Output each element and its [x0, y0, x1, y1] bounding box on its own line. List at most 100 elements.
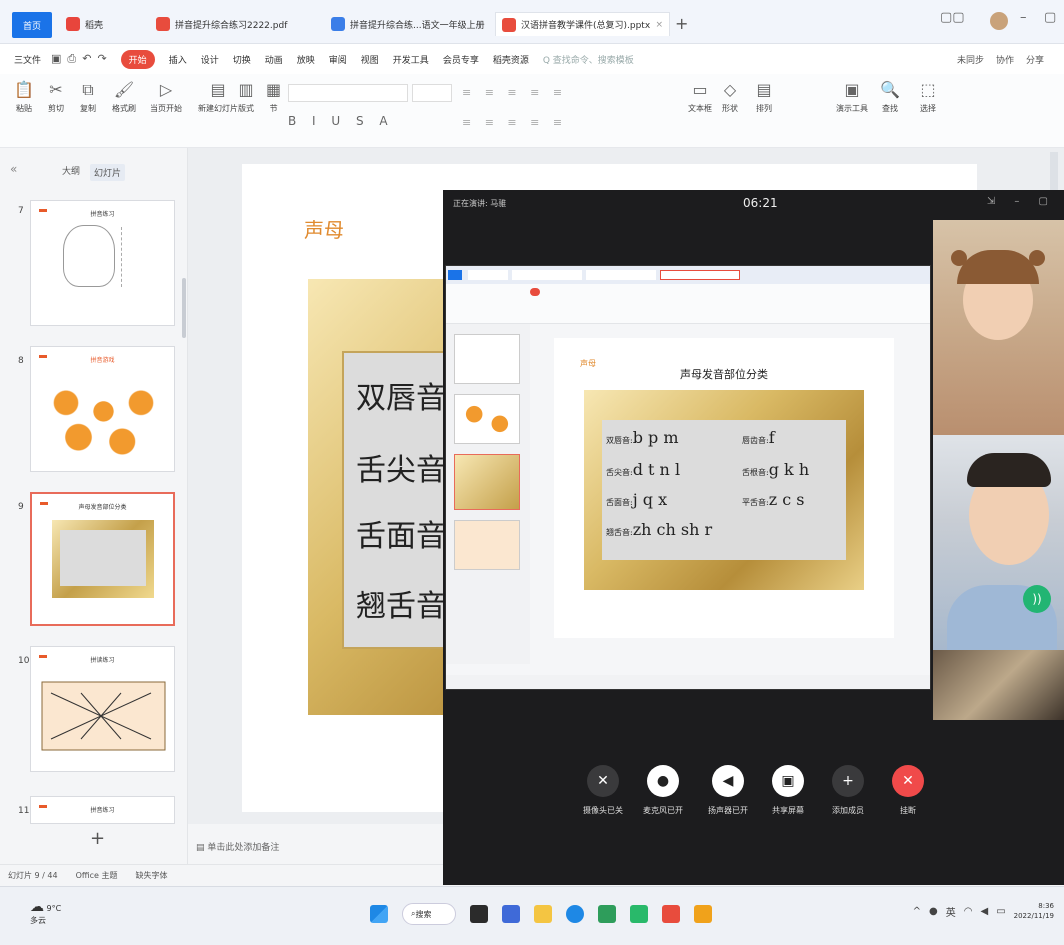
clock[interactable]: 8:36 2022/11/19 — [1014, 901, 1054, 921]
command-search[interactable]: Q 查找命令、搜索模板 — [543, 53, 634, 66]
chevron-up-icon[interactable]: ^ — [913, 906, 921, 917]
minimize-icon[interactable]: – — [1020, 10, 1027, 25]
print-icon[interactable]: ⎙ — [67, 52, 76, 66]
notes-icon: ▤ — [196, 843, 208, 853]
alignment-buttons[interactable]: ≡ ≡ ≡ ≡ ≡ — [462, 116, 567, 129]
menu-file[interactable]: 三文件 — [14, 53, 41, 66]
find-button[interactable]: 🔍 查找 — [880, 80, 900, 114]
participant-video-1[interactable] — [933, 220, 1064, 435]
start-icon[interactable] — [370, 905, 388, 923]
camera-toggle[interactable]: ✕ 摄像头已关 — [573, 765, 633, 816]
participant-video-3[interactable] — [933, 650, 1064, 720]
collaborate-button[interactable]: 协作 — [996, 53, 1014, 66]
weather-widget[interactable]: ☁ 9°C 多云 — [30, 899, 61, 926]
select-button[interactable]: ⬚ 选择 — [920, 80, 936, 114]
maximize-icon[interactable]: ▢ — [1044, 10, 1056, 25]
add-member-button[interactable]: + 添加成员 — [818, 765, 878, 816]
tab-slides[interactable]: 幻灯片 — [90, 164, 126, 181]
save-icon[interactable]: ▣ — [51, 52, 61, 66]
tray-app-icon[interactable]: ● — [929, 906, 938, 917]
font-size-select[interactable] — [412, 84, 452, 102]
wechat-icon[interactable] — [630, 905, 648, 923]
wps-icon[interactable] — [662, 905, 680, 923]
tab-docer[interactable]: 稻壳 — [60, 12, 140, 36]
slide-thumbnail-8[interactable]: 拼音游戏 — [30, 346, 175, 472]
textbox-button[interactable]: ▭ 文本框 — [688, 80, 712, 114]
share-button[interactable]: 分享 — [1026, 53, 1044, 66]
menu-transition[interactable]: 切换 — [233, 53, 251, 66]
tab-outline[interactable]: 大纲 — [62, 164, 80, 181]
text-format-buttons[interactable]: B I U S A — [288, 114, 394, 128]
copy-label: 复制 — [80, 104, 96, 113]
section-button[interactable]: ▦ 节 — [266, 80, 281, 114]
window-controls[interactable]: ⇲ – ▢ — [987, 196, 1056, 207]
wifi-icon[interactable]: ◠ — [964, 906, 973, 917]
cut-button[interactable]: ✂ 剪切 — [48, 80, 64, 114]
wps-presentation-icon[interactable] — [694, 905, 712, 923]
slide-thumbnail-9[interactable]: 声母发音部位分类 — [30, 492, 175, 626]
layout-icon[interactable]: ▢▢ — [940, 10, 965, 25]
new-tab-icon[interactable]: + — [675, 14, 688, 33]
battery-icon[interactable]: ▭ — [996, 906, 1005, 917]
menu-design[interactable]: 设计 — [201, 53, 219, 66]
presentation-tools-button[interactable]: ▣ 演示工具 — [836, 80, 868, 114]
collapse-panel-icon[interactable]: « — [10, 162, 17, 176]
slide-thumbnail-11[interactable]: 拼音练习 — [30, 796, 175, 824]
canvas-scrollbar[interactable] — [1050, 152, 1058, 192]
close-tab-icon[interactable]: × — [655, 20, 663, 30]
menu-start[interactable]: 开始 — [120, 49, 155, 69]
tab-home[interactable]: 首页 — [12, 12, 52, 38]
volume-icon[interactable]: ◀ — [980, 906, 988, 917]
avatar[interactable] — [990, 12, 1008, 30]
hang-up-button[interactable]: ✕ 挂断 — [878, 765, 938, 816]
paste-button[interactable]: 📋 粘贴 — [14, 80, 34, 114]
slide-thumbnail-10[interactable]: 拼读练习 — [30, 646, 175, 772]
hang-up-label: 挂断 — [900, 806, 916, 815]
theme-name[interactable]: Office 主题 — [76, 870, 118, 881]
slide-panel: « 大纲 幻灯片 7 拼音练习 8 拼音游戏 9 声母发音部位分类 10 拼读练… — [0, 148, 188, 864]
share-screen-button[interactable]: ▣ 共享屏幕 — [758, 765, 818, 816]
task-view-icon[interactable] — [470, 905, 488, 923]
speaker-label: 扬声器已开 — [708, 806, 748, 815]
shared-row: 舌尖音:d t n l — [606, 460, 680, 479]
format-painter-button[interactable]: 🖌 格式刷 — [112, 80, 136, 114]
speaker-toggle[interactable]: ◀ 扬声器已开 — [698, 765, 758, 816]
textbox-label: 文本框 — [688, 104, 712, 113]
missing-font[interactable]: 缺失字体 — [136, 870, 168, 881]
menu-developer[interactable]: 开发工具 — [393, 53, 429, 66]
menu-animation[interactable]: 动画 — [265, 53, 283, 66]
taskbar-search[interactable]: ⌕ 搜索 — [402, 903, 456, 925]
menu-insert[interactable]: 插入 — [169, 53, 187, 66]
sync-status[interactable]: 未同步 — [957, 53, 984, 66]
app-icon[interactable] — [598, 905, 616, 923]
menu-member[interactable]: 会员专享 — [443, 53, 479, 66]
shape-button[interactable]: ◇ 形状 — [722, 80, 738, 114]
copy-button[interactable]: ⧉ 复制 — [80, 80, 96, 114]
paragraph-buttons[interactable]: ≡ ≡ ≡ ≡ ≡ — [462, 86, 567, 99]
ribbon: 📋 粘贴 ✂ 剪切 ⧉ 复制 🖌 格式刷 ▷ 当页开始 ▤ 新建幻灯片 ▥ 版式 ▦ 节 B I… — [0, 74, 1064, 148]
slide-thumbnail-7[interactable]: 拼音练习 — [30, 200, 175, 326]
tab-label: 稻壳 — [85, 20, 104, 31]
participant-video-2[interactable]: )) — [933, 435, 1064, 650]
panel-scrollbar[interactable] — [182, 278, 186, 338]
layout-button[interactable]: ▥ 版式 — [238, 80, 254, 114]
teams-icon[interactable] — [502, 905, 520, 923]
menu-review[interactable]: 审阅 — [329, 53, 347, 66]
font-family-select[interactable] — [288, 84, 408, 102]
tab-pptx[interactable]: 汉语拼音教学课件(总复习).pptx × — [495, 12, 670, 36]
add-slide-icon[interactable]: + — [90, 828, 105, 849]
mic-toggle[interactable]: ● 麦克风已开 — [633, 765, 693, 816]
edge-icon[interactable] — [566, 905, 584, 923]
redo-icon[interactable]: ↷ — [97, 52, 106, 66]
menu-slideshow[interactable]: 放映 — [297, 53, 315, 66]
menu-view[interactable]: 视图 — [361, 53, 379, 66]
undo-icon[interactable]: ↶ — [82, 52, 91, 66]
ime-language[interactable]: 英 — [946, 904, 956, 919]
arrange-button[interactable]: ▤ 排列 — [756, 80, 772, 114]
menu-docer-resources[interactable]: 稻壳资源 — [493, 53, 529, 66]
new-slide-button[interactable]: ▤ 新建幻灯片 — [198, 80, 238, 114]
play-current-button[interactable]: ▷ 当页开始 — [150, 80, 182, 114]
file-explorer-icon[interactable] — [534, 905, 552, 923]
tab-doc[interactable]: 拼音提升综合练...语文一年级上册 — [325, 12, 485, 36]
tab-pdf[interactable]: 拼音提升综合练习2222.pdf — [150, 12, 310, 36]
